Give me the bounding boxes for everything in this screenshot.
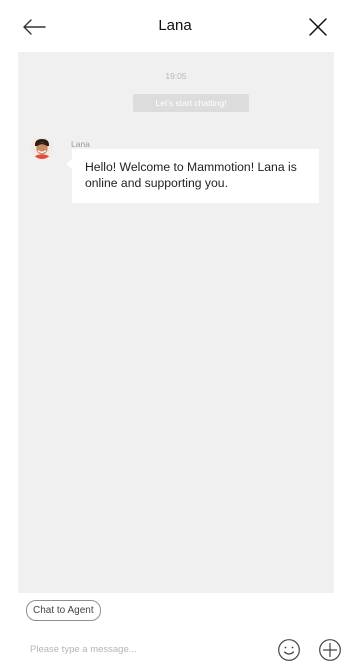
chat-area[interactable]: 19:05 Let's start chatting! Lana Hello! … (18, 52, 334, 593)
chat-timestamp: 19:05 (165, 71, 187, 81)
emoji-button[interactable] (277, 638, 301, 662)
message-input[interactable] (30, 641, 240, 657)
agent-avatar (31, 137, 53, 159)
chat-header: Lana (0, 0, 350, 52)
page-title: Lana (158, 17, 192, 34)
plus-circle-icon (319, 639, 341, 661)
close-icon (309, 18, 327, 36)
close-button[interactable] (306, 15, 330, 39)
chat-to-agent-button[interactable]: Chat to Agent (26, 600, 101, 621)
smiley-icon (278, 639, 300, 661)
sender-name: Lana (71, 139, 90, 149)
message-bubble: Hello! Welcome to Mammotion! Lana is onl… (66, 149, 319, 203)
add-attachment-button[interactable] (318, 638, 342, 662)
system-message: Let's start chatting! (133, 94, 249, 112)
